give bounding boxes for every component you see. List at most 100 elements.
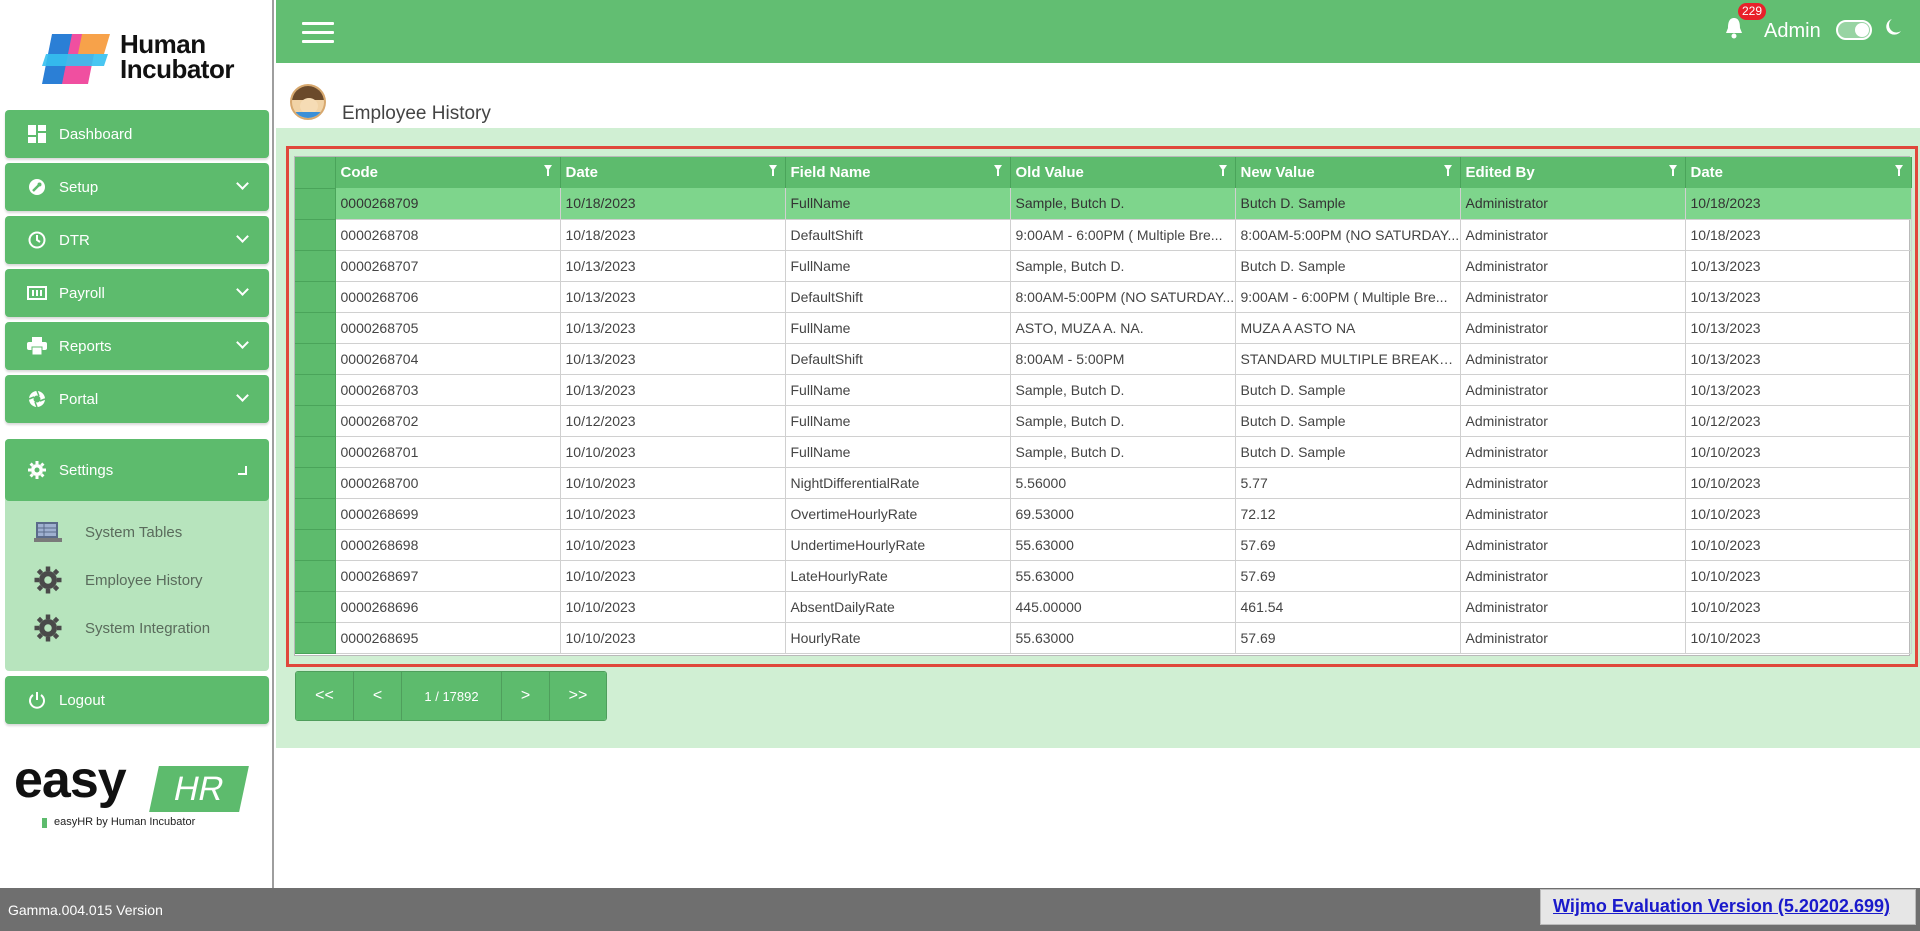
row-header[interactable] <box>295 467 336 499</box>
table-cell[interactable]: 10/10/2023 <box>560 436 786 468</box>
table-cell[interactable]: 0000268705 <box>335 312 561 344</box>
column-header-old-value[interactable]: Old Value <box>1010 157 1236 188</box>
table-cell[interactable]: FullName <box>785 250 1011 282</box>
table-cell[interactable]: 10/10/2023 <box>1685 591 1912 623</box>
filter-icon[interactable] <box>1443 165 1452 176</box>
table-cell[interactable]: Butch D. Sample <box>1235 374 1461 406</box>
next-page-button[interactable]: > <box>502 672 550 720</box>
wijmo-evaluation-link[interactable]: Wijmo Evaluation Version (5.20202.699) <box>1553 896 1890 917</box>
table-cell[interactable]: 10/10/2023 <box>1685 529 1912 561</box>
sidebar-item-payroll[interactable]: Payroll <box>5 269 269 317</box>
table-cell[interactable]: 55.63000 <box>1010 529 1236 561</box>
table-cell[interactable]: 445.00000 <box>1010 591 1236 623</box>
table-row[interactable]: 0000268703 10/13/2023 FullName Sample, Butc… <box>295 374 1912 406</box>
table-cell[interactable]: Sample, Butch D. <box>1010 188 1236 220</box>
table-row[interactable]: 0000268696 10/10/2023 AbsentDailyRate 445.0… <box>295 591 1912 623</box>
row-header[interactable] <box>295 281 336 313</box>
table-cell[interactable]: LateHourlyRate <box>785 560 1011 592</box>
hamburger-menu-icon[interactable] <box>302 22 334 44</box>
table-cell[interactable]: 10/13/2023 <box>560 312 786 344</box>
table-cell[interactable]: Administrator <box>1460 622 1686 654</box>
table-cell[interactable]: 10/13/2023 <box>1685 281 1912 313</box>
table-cell[interactable]: 10/18/2023 <box>1685 219 1912 251</box>
column-header-date[interactable]: Date <box>560 157 786 188</box>
table-cell[interactable]: 5.56000 <box>1010 467 1236 499</box>
table-cell[interactable]: 0000268697 <box>335 560 561 592</box>
sidebar-item-portal[interactable]: Portal <box>5 375 269 423</box>
table-cell[interactable]: 10/18/2023 <box>1685 188 1912 220</box>
table-cell[interactable]: Administrator <box>1460 405 1686 437</box>
table-cell[interactable]: 0000268703 <box>335 374 561 406</box>
table-cell[interactable]: 10/13/2023 <box>1685 250 1912 282</box>
table-cell[interactable]: 10/12/2023 <box>560 405 786 437</box>
table-cell[interactable]: NightDifferentialRate <box>785 467 1011 499</box>
table-cell[interactable]: 10/10/2023 <box>1685 467 1912 499</box>
table-cell[interactable]: Administrator <box>1460 498 1686 530</box>
row-header[interactable] <box>295 219 336 251</box>
bell-icon[interactable] <box>1724 16 1746 42</box>
table-cell[interactable]: 57.69 <box>1235 529 1461 561</box>
sidebar-subitem-system-integration[interactable]: System Integration <box>31 611 210 645</box>
table-cell[interactable]: STANDARD MULTIPLE BREAKS (... <box>1235 343 1461 375</box>
row-header[interactable] <box>295 529 336 561</box>
column-header-field-name[interactable]: Field Name <box>785 157 1011 188</box>
table-cell[interactable]: Administrator <box>1460 467 1686 499</box>
row-header[interactable] <box>295 560 336 592</box>
table-cell[interactable]: 8:00AM-5:00PM (NO SATURDAY... <box>1010 281 1236 313</box>
table-cell[interactable]: AbsentDailyRate <box>785 591 1011 623</box>
table-row[interactable]: 0000268695 10/10/2023 HourlyRate 55.63000 57… <box>295 622 1912 654</box>
filter-icon[interactable] <box>993 165 1002 176</box>
table-row[interactable]: 0000268705 10/13/2023 FullName ASTO, MUZA A… <box>295 312 1912 344</box>
table-cell[interactable]: 10/13/2023 <box>560 281 786 313</box>
table-cell[interactable]: ASTO, MUZA A. NA. <box>1010 312 1236 344</box>
table-cell[interactable]: 0000268696 <box>335 591 561 623</box>
table-cell[interactable]: Sample, Butch D. <box>1010 250 1236 282</box>
column-header-code[interactable]: Code <box>335 157 561 188</box>
row-header[interactable] <box>295 591 336 623</box>
table-row[interactable]: 0000268707 10/13/2023 FullName Sample, Butc… <box>295 250 1912 282</box>
last-page-button[interactable]: >> <box>550 672 606 720</box>
table-row[interactable]: 0000268698 10/10/2023 UndertimeHourlyRate 5… <box>295 529 1912 561</box>
table-cell[interactable]: FullName <box>785 312 1011 344</box>
table-cell[interactable]: 0000268695 <box>335 622 561 654</box>
table-cell[interactable]: 0000268699 <box>335 498 561 530</box>
table-row[interactable]: 0000268706 10/13/2023 DefaultShift 8:00AM-5… <box>295 281 1912 313</box>
filter-icon[interactable] <box>1894 165 1903 176</box>
table-cell[interactable]: FullName <box>785 188 1011 220</box>
column-header-edited-by[interactable]: Edited By <box>1460 157 1686 188</box>
row-header[interactable] <box>295 312 336 344</box>
table-row[interactable]: 0000268697 10/10/2023 LateHourlyRate 55.630… <box>295 560 1912 592</box>
table-cell[interactable]: 461.54 <box>1235 591 1461 623</box>
table-cell[interactable]: 10/10/2023 <box>1685 498 1912 530</box>
column-header-new-value[interactable]: New Value <box>1235 157 1461 188</box>
table-cell[interactable]: 10/10/2023 <box>1685 622 1912 654</box>
table-cell[interactable]: MUZA A ASTO NA <box>1235 312 1461 344</box>
table-cell[interactable]: FullName <box>785 405 1011 437</box>
column-header-edit-date[interactable]: Date <box>1685 157 1912 188</box>
row-header[interactable] <box>295 343 336 375</box>
table-cell[interactable]: Butch D. Sample <box>1235 188 1461 220</box>
sidebar-subitem-employee-history[interactable]: Employee History <box>31 563 203 597</box>
table-cell[interactable]: 55.63000 <box>1010 622 1236 654</box>
filter-icon[interactable] <box>768 165 777 176</box>
table-row[interactable]: 0000268702 10/12/2023 FullName Sample, Butc… <box>295 405 1912 437</box>
sidebar-item-reports[interactable]: Reports <box>5 322 269 370</box>
sidebar-item-settings[interactable]: Settings <box>5 439 269 501</box>
table-cell[interactable]: Administrator <box>1460 560 1686 592</box>
table-cell[interactable]: 10/18/2023 <box>560 188 786 220</box>
table-cell[interactable]: Administrator <box>1460 529 1686 561</box>
table-cell[interactable]: 10/10/2023 <box>560 591 786 623</box>
table-row[interactable]: 0000268700 10/10/2023 NightDifferentialRat… <box>295 467 1912 499</box>
sidebar-item-setup[interactable]: Setup <box>5 163 269 211</box>
table-cell[interactable]: 5.77 <box>1235 467 1461 499</box>
sidebar-item-dashboard[interactable]: Dashboard <box>5 110 269 158</box>
row-header[interactable] <box>295 436 336 468</box>
table-cell[interactable]: 0000268706 <box>335 281 561 313</box>
table-row[interactable]: 0000268708 10/18/2023 DefaultShift 9:00AM -… <box>295 219 1912 251</box>
table-cell[interactable]: 10/13/2023 <box>1685 343 1912 375</box>
table-cell[interactable]: 10/10/2023 <box>560 622 786 654</box>
table-cell[interactable]: 0000268708 <box>335 219 561 251</box>
table-cell[interactable]: Butch D. Sample <box>1235 436 1461 468</box>
prev-page-button[interactable]: < <box>354 672 402 720</box>
table-cell[interactable]: 10/13/2023 <box>1685 374 1912 406</box>
